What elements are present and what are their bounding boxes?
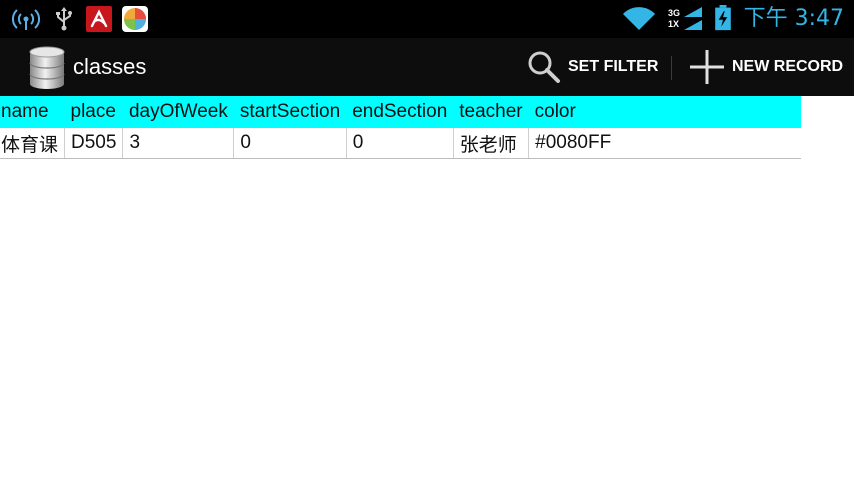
wifi-tethering-icon bbox=[12, 9, 40, 30]
avira-app-icon bbox=[86, 6, 112, 32]
cell-startsection[interactable]: 0 bbox=[233, 128, 347, 159]
cell-dayofweek[interactable]: 3 bbox=[122, 128, 235, 159]
status-bar: 3G 1X 下午 3:47 bbox=[0, 0, 854, 38]
cell-signal-icon bbox=[684, 7, 702, 30]
action-divider bbox=[671, 56, 672, 80]
database-icon[interactable] bbox=[28, 46, 66, 90]
column-header-place[interactable]: place bbox=[64, 96, 123, 128]
column-header-startsection[interactable]: startSection bbox=[233, 96, 347, 128]
battery-charging-icon bbox=[715, 5, 731, 31]
colorful-app-icon bbox=[122, 6, 148, 32]
cell-place[interactable]: D505 bbox=[64, 128, 124, 159]
column-header-dayofweek[interactable]: dayOfWeek bbox=[122, 96, 234, 128]
network-type-3g: 3G bbox=[668, 8, 681, 18]
column-header-teacher[interactable]: teacher bbox=[453, 96, 529, 128]
cell-color[interactable]: #0080FF bbox=[528, 128, 801, 159]
new-record-button[interactable]: NEW RECORD bbox=[688, 38, 843, 96]
page-title: classes bbox=[73, 54, 147, 79]
cell-endsection[interactable]: 0 bbox=[346, 128, 454, 159]
column-header-color[interactable]: color bbox=[528, 96, 801, 128]
cell-name[interactable]: 体育课 bbox=[0, 128, 66, 159]
new-record-label: NEW RECORD bbox=[732, 58, 844, 75]
set-filter-label: SET FILTER bbox=[568, 58, 659, 75]
column-header-endsection[interactable]: endSection bbox=[346, 96, 454, 128]
table-header-row: name place dayOfWeek startSection endSec… bbox=[0, 96, 801, 128]
usb-icon bbox=[56, 7, 72, 31]
action-bar: classes SET FILTER NEW RECORD bbox=[0, 38, 854, 96]
clock: 下午 3:47 bbox=[743, 6, 844, 31]
set-filter-button[interactable]: SET FILTER bbox=[526, 38, 658, 96]
search-icon bbox=[528, 51, 560, 83]
records-table: name place dayOfWeek startSection endSec… bbox=[0, 96, 801, 159]
plus-icon bbox=[690, 50, 724, 84]
cell-teacher[interactable]: 张老师 bbox=[453, 128, 530, 159]
column-header-name[interactable]: name bbox=[0, 96, 65, 128]
network-type-1x: 1X bbox=[668, 19, 680, 29]
records-table-container: name place dayOfWeek startSection endSec… bbox=[0, 96, 854, 159]
wifi-signal-icon bbox=[623, 7, 655, 30]
table-row[interactable]: 体育课 D505 3 0 0 张老师 #0080FF bbox=[0, 128, 801, 159]
